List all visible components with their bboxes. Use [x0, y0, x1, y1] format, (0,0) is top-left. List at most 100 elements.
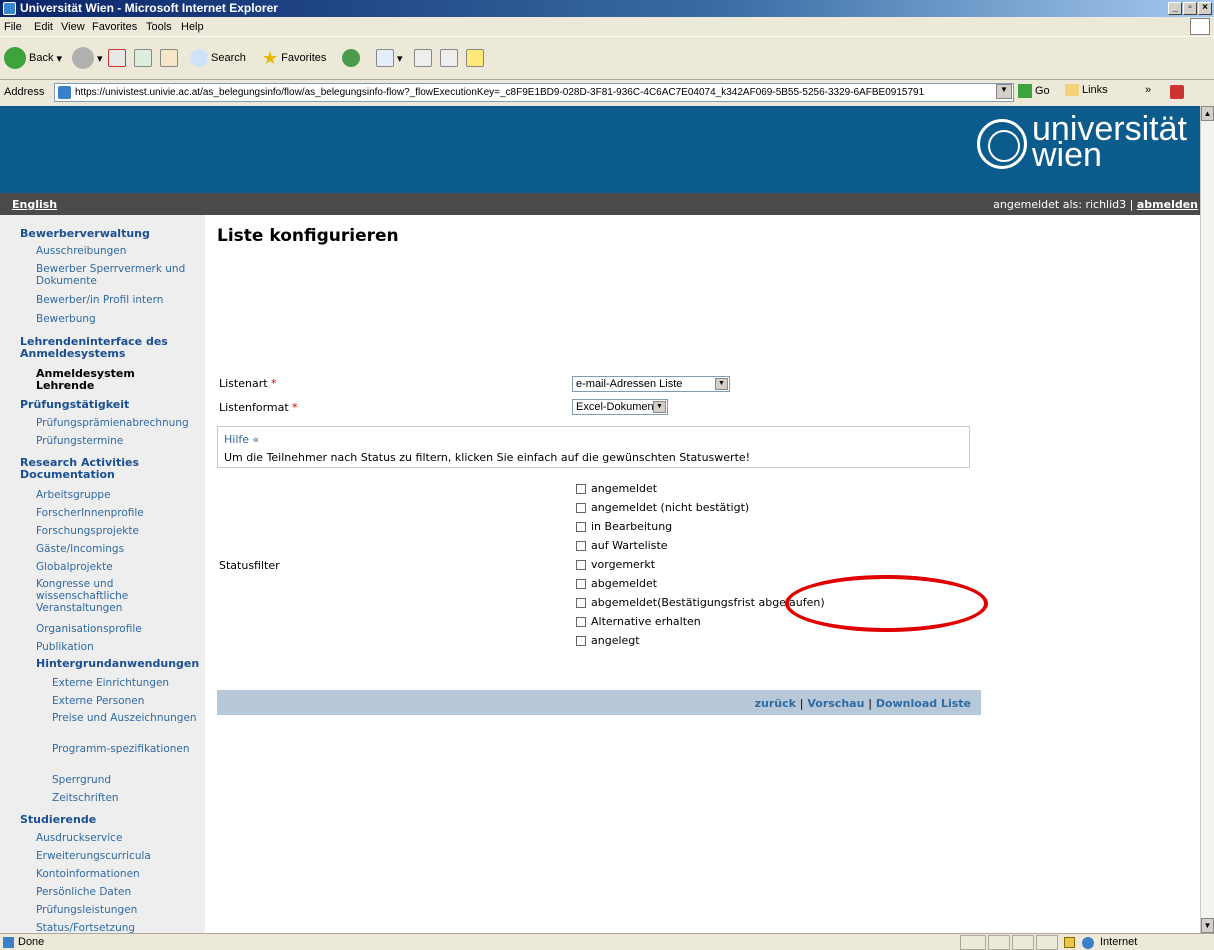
checkbox[interactable] [576, 597, 586, 608]
checkbox[interactable] [576, 540, 586, 551]
status-checkbox-row[interactable]: auf Warteliste [576, 539, 668, 552]
sidebar-item-27[interactable]: Ausdruckservice [36, 832, 196, 844]
sidebar-item-6[interactable]: Anmeldesystem Lehrende [36, 368, 176, 392]
acrobat-icon[interactable] [1170, 85, 1184, 99]
checkbox[interactable] [576, 578, 586, 589]
status-bar: Done Internet [0, 933, 1214, 950]
globe-icon [1082, 937, 1094, 949]
sidebar-item-8[interactable]: Prüfungsprämienabrechnung [36, 417, 196, 429]
site-banner: universität wien [0, 106, 1200, 193]
scroll-down-icon[interactable]: ▼ [1201, 918, 1214, 933]
language-link[interactable]: English [12, 198, 57, 211]
sidebar-item-5[interactable]: Lehrendeninterface des Anmeldesystems [20, 336, 190, 360]
logout-link[interactable]: abmelden [1137, 198, 1198, 211]
login-info: angemeldet als: richlid3 | abmelden [993, 198, 1198, 211]
stop-button[interactable] [108, 46, 126, 70]
checkbox[interactable] [576, 521, 586, 532]
sidebar-item-25[interactable]: Zeitschriften [52, 792, 212, 804]
sidebar-item-9[interactable]: Prüfungstermine [36, 435, 196, 447]
sidebar-item-14[interactable]: Gäste/Incomings [36, 543, 196, 555]
listenformat-select[interactable]: Excel-Dokument ▼ [572, 399, 668, 415]
links-button[interactable]: Links [1065, 84, 1108, 96]
status-checkbox-row[interactable]: Alternative erhalten [576, 615, 701, 628]
mail-button[interactable]: ▾ [376, 46, 403, 70]
home-button[interactable] [160, 46, 178, 70]
sidebar-item-32[interactable]: Status/Fortsetzung [36, 922, 196, 933]
back-button[interactable]: Back ▾ [4, 46, 62, 70]
status-checkbox-row[interactable]: angemeldet (nicht bestätigt) [576, 501, 749, 514]
status-pane [1036, 935, 1058, 950]
status-checkbox-row[interactable]: vorgemerkt [576, 558, 655, 571]
sidebar-item-19[interactable]: Hintergrundanwendungen [36, 658, 226, 670]
forward-button[interactable]: ▾ [72, 46, 103, 70]
minimize-icon[interactable]: _ [1168, 2, 1182, 15]
sidebar-item-18[interactable]: Publikation [36, 641, 196, 653]
sidebar-item-17[interactable]: Organisationsprofile [36, 623, 196, 635]
print-button[interactable] [414, 46, 432, 70]
sidebar-item-15[interactable]: Globalprojekte [36, 561, 196, 573]
checkbox[interactable] [576, 502, 586, 513]
back-link[interactable]: zurück [755, 697, 796, 710]
sidebar-item-4[interactable]: Bewerbung [36, 313, 196, 325]
chevron-right-icon[interactable]: » [1145, 84, 1151, 96]
menu-file[interactable]: File [4, 21, 22, 33]
status-checkbox-row[interactable]: in Bearbeitung [576, 520, 672, 533]
menu-favorites[interactable]: Favorites [92, 21, 137, 33]
sidebar-item-26[interactable]: Studierende [20, 814, 190, 826]
windows-logo-icon [1190, 18, 1210, 35]
print-icon [414, 49, 432, 67]
go-button[interactable]: Go [1018, 84, 1050, 98]
history-button[interactable] [342, 46, 360, 70]
close-icon[interactable]: × [1198, 2, 1212, 15]
sidebar-item-1[interactable]: Ausschreibungen [36, 245, 196, 257]
notes-icon [466, 49, 484, 67]
sidebar-item-10[interactable]: Research Activities Documentation [20, 457, 190, 481]
checkbox[interactable] [576, 559, 586, 570]
refresh-button[interactable] [134, 46, 152, 70]
sidebar-item-30[interactable]: Persönliche Daten [36, 886, 196, 898]
checkbox[interactable] [576, 616, 586, 627]
sidebar-item-21[interactable]: Externe Personen [52, 695, 212, 707]
status-checkbox-row[interactable]: angemeldet [576, 482, 657, 495]
listenart-select[interactable]: e-mail-Adressen Liste ▼ [572, 376, 730, 392]
menu-tools[interactable]: Tools [146, 21, 172, 33]
edit-button[interactable] [440, 46, 458, 70]
sidebar-item-7[interactable]: Prüfungstätigkeit [20, 399, 190, 411]
sidebar-item-22[interactable]: Preise und Auszeichnungen [52, 712, 212, 724]
address-url: https://univistest.univie.ac.at/as_beleg… [75, 87, 925, 98]
checkbox[interactable] [576, 483, 586, 494]
maximize-icon[interactable]: ▫ [1183, 2, 1197, 15]
sidebar-item-0[interactable]: Bewerberverwaltung [20, 228, 190, 240]
ie-icon [3, 2, 16, 15]
sidebar-item-23[interactable]: Programm-spezifikationen [52, 743, 212, 755]
address-dropdown-icon[interactable]: ▼ [996, 84, 1012, 99]
favorites-label: Favorites [281, 52, 327, 64]
menu-edit[interactable]: Edit [34, 21, 53, 33]
sidebar-item-12[interactable]: ForscherInnenprofile [36, 507, 196, 519]
sidebar-item-13[interactable]: Forschungsprojekte [36, 525, 196, 537]
help-toggle-link[interactable]: Hilfe « [224, 433, 259, 446]
menu-view[interactable]: View [61, 21, 85, 33]
sidebar-item-16[interactable]: Kongresse und wissenschaftliche Veransta… [36, 578, 196, 614]
scroll-up-icon[interactable]: ▲ [1201, 106, 1214, 121]
address-input[interactable]: https://univistest.univie.ac.at/as_beleg… [54, 83, 1014, 102]
help-text: Um die Teilnehmer nach Status zu filtern… [224, 451, 751, 464]
favorites-button[interactable]: ★ Favorites [262, 46, 326, 70]
sidebar-item-20[interactable]: Externe Einrichtungen [52, 677, 212, 689]
sidebar-item-29[interactable]: Kontoinformationen [36, 868, 196, 880]
sidebar-item-2[interactable]: Bewerber Sperrvermerk und Dokumente [36, 263, 196, 287]
status-checkbox-row[interactable]: abgemeldet [576, 577, 657, 590]
sidebar-item-3[interactable]: Bewerber/in Profil intern [36, 294, 196, 306]
search-button[interactable]: Search [190, 46, 246, 70]
notes-button[interactable] [466, 46, 484, 70]
sidebar-item-11[interactable]: Arbeitsgruppe [36, 489, 196, 501]
sidebar-item-28[interactable]: Erweiterungscurricula [36, 850, 196, 862]
preview-link[interactable]: Vorschau [807, 697, 864, 710]
download-list-link[interactable]: Download Liste [876, 697, 971, 710]
status-checkbox-row[interactable]: angelegt [576, 634, 640, 647]
sidebar-item-24[interactable]: Sperrgrund [52, 774, 212, 786]
sidebar-item-31[interactable]: Prüfungsleistungen [36, 904, 196, 916]
menu-help[interactable]: Help [181, 21, 204, 33]
vertical-scrollbar[interactable]: ▲ ▼ [1200, 106, 1214, 933]
checkbox[interactable] [576, 635, 586, 646]
